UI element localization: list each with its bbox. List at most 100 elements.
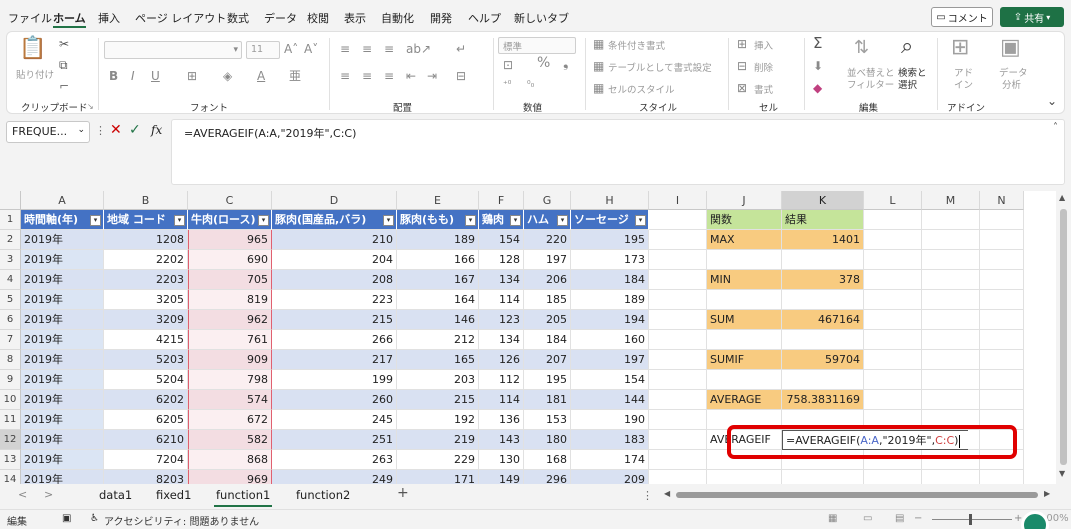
column-header-d[interactable]: D <box>272 191 397 210</box>
normal-view-icon[interactable]: ▦ <box>828 513 837 524</box>
zoom-slider-handle[interactable] <box>969 514 972 525</box>
table-header-cell[interactable]: ハム ▾ <box>524 210 571 230</box>
table-header-cell[interactable]: ソーセージ ▾ <box>571 210 649 230</box>
table-cell[interactable]: 5204 <box>104 370 188 390</box>
filter-dropdown-icon[interactable]: ▾ <box>635 215 646 226</box>
summary-header-label[interactable]: 関数 <box>707 210 782 230</box>
row-header-14[interactable]: 14 <box>0 470 21 484</box>
table-cell[interactable]: 114 <box>479 390 524 410</box>
scroll-right-icon[interactable]: ▶ <box>1044 489 1050 498</box>
cell[interactable] <box>864 390 922 410</box>
table-cell[interactable]: 251 <box>272 430 397 450</box>
align-center-icon[interactable]: ≡ <box>362 69 372 83</box>
align-top-icon[interactable]: ≡ <box>340 42 350 56</box>
table-cell[interactable]: 180 <box>524 430 571 450</box>
cell[interactable] <box>980 310 1024 330</box>
paste-icon[interactable]: 📋 <box>19 38 46 60</box>
cell[interactable] <box>649 210 707 230</box>
autosum-icon[interactable]: Σ <box>813 36 822 51</box>
cell[interactable] <box>864 310 922 330</box>
table-cell[interactable]: 582 <box>188 430 272 450</box>
row-header-7[interactable]: 7 <box>0 330 21 350</box>
summary-label[interactable]: AVERAGE <box>707 390 782 410</box>
tab-file[interactable]: ファイル <box>8 10 52 26</box>
merge-center-icon[interactable]: ⊟ <box>456 69 466 83</box>
column-header-c[interactable]: C <box>188 191 272 210</box>
name-box[interactable]: FREQUE... ⌄ <box>6 121 90 143</box>
cell[interactable] <box>649 410 707 430</box>
cancel-icon[interactable]: ✕ <box>110 122 122 138</box>
table-cell[interactable]: 185 <box>524 290 571 310</box>
table-cell[interactable]: 123 <box>479 310 524 330</box>
cell[interactable] <box>980 370 1024 390</box>
column-header-j[interactable]: J <box>707 191 782 210</box>
number-format-select[interactable]: 標準 <box>498 37 576 54</box>
prev-sheet-icon[interactable]: < <box>18 488 27 501</box>
column-header-f[interactable]: F <box>479 191 524 210</box>
conditional-format-icon[interactable]: ▦ <box>593 37 604 51</box>
indent-increase-icon[interactable]: ⇥ <box>427 69 437 83</box>
cell[interactable] <box>980 390 1024 410</box>
fill-icon[interactable]: ⬇ <box>813 59 823 73</box>
formula-bar[interactable]: =AVERAGEIF(A:A,"2019年",C:C) ˄ <box>171 119 1065 185</box>
delete-cells-label[interactable]: 削除 <box>754 60 773 74</box>
copy-icon[interactable]: ⧉ <box>59 58 68 72</box>
table-cell[interactable]: 249 <box>272 470 397 484</box>
table-cell[interactable]: 154 <box>571 370 649 390</box>
page-break-view-icon[interactable]: ▤ <box>895 513 904 524</box>
cell[interactable] <box>649 310 707 330</box>
accessibility-status[interactable]: アクセシビリティ: 問題ありません <box>104 513 259 528</box>
cell[interactable] <box>980 210 1024 230</box>
table-cell[interactable]: 184 <box>571 270 649 290</box>
tab-new[interactable]: 新しいタブ <box>514 10 569 26</box>
table-cell[interactable]: 260 <box>272 390 397 410</box>
filter-dropdown-icon[interactable]: ▾ <box>383 215 394 226</box>
summary-value[interactable]: 1401 <box>782 230 864 250</box>
table-cell[interactable]: 962 <box>188 310 272 330</box>
table-cell[interactable]: 6210 <box>104 430 188 450</box>
table-cell[interactable]: 761 <box>188 330 272 350</box>
table-cell[interactable]: 171 <box>397 470 479 484</box>
cell[interactable] <box>922 290 980 310</box>
table-cell[interactable]: 210 <box>272 230 397 250</box>
table-cell[interactable]: 6205 <box>104 410 188 430</box>
column-header-b[interactable]: B <box>104 191 188 210</box>
cell[interactable] <box>922 390 980 410</box>
grow-font-icon[interactable]: A˄ <box>284 42 298 56</box>
zoom-out-icon[interactable]: − <box>914 513 922 524</box>
row-header-1[interactable]: 1 <box>0 210 21 230</box>
table-cell[interactable]: 690 <box>188 250 272 270</box>
filter-dropdown-icon[interactable]: ▾ <box>465 215 476 226</box>
format-cells-icon[interactable]: ⊠ <box>737 81 747 95</box>
table-cell[interactable]: 203 <box>397 370 479 390</box>
cell[interactable] <box>980 250 1024 270</box>
row-header-8[interactable]: 8 <box>0 350 21 370</box>
row-header-4[interactable]: 4 <box>0 270 21 290</box>
table-cell[interactable]: 181 <box>524 390 571 410</box>
table-cell[interactable]: 206 <box>524 270 571 290</box>
column-header-h[interactable]: H <box>571 191 649 210</box>
horizontal-scroll-thumb[interactable] <box>676 492 1038 498</box>
format-cells-label[interactable]: 書式 <box>754 82 773 96</box>
table-cell[interactable]: 136 <box>479 410 524 430</box>
table-cell[interactable]: 173 <box>571 250 649 270</box>
align-right-icon[interactable]: ≡ <box>384 69 394 83</box>
cell[interactable] <box>864 250 922 270</box>
table-cell[interactable]: 1208 <box>104 230 188 250</box>
cell[interactable] <box>649 450 707 470</box>
tab-data[interactable]: データ <box>264 10 297 26</box>
border-icon[interactable]: ⊞ <box>187 69 197 83</box>
zoom-slider[interactable] <box>932 519 1012 520</box>
cell[interactable] <box>782 290 864 310</box>
cell[interactable] <box>980 270 1024 290</box>
table-cell[interactable]: 126 <box>479 350 524 370</box>
table-cell[interactable]: 2019年 <box>21 330 104 350</box>
cell[interactable] <box>922 310 980 330</box>
filter-dropdown-icon[interactable]: ▾ <box>510 215 521 226</box>
summary-value[interactable]: 59704 <box>782 350 864 370</box>
data-analysis-label-2[interactable]: 分析 <box>1002 77 1021 91</box>
scroll-up-icon[interactable]: ▲ <box>1059 193 1065 202</box>
vertical-scrollbar[interactable]: ▲ ▼ <box>1056 191 1071 484</box>
macro-record-icon[interactable]: ▣ <box>62 513 71 524</box>
table-cell[interactable]: 143 <box>479 430 524 450</box>
